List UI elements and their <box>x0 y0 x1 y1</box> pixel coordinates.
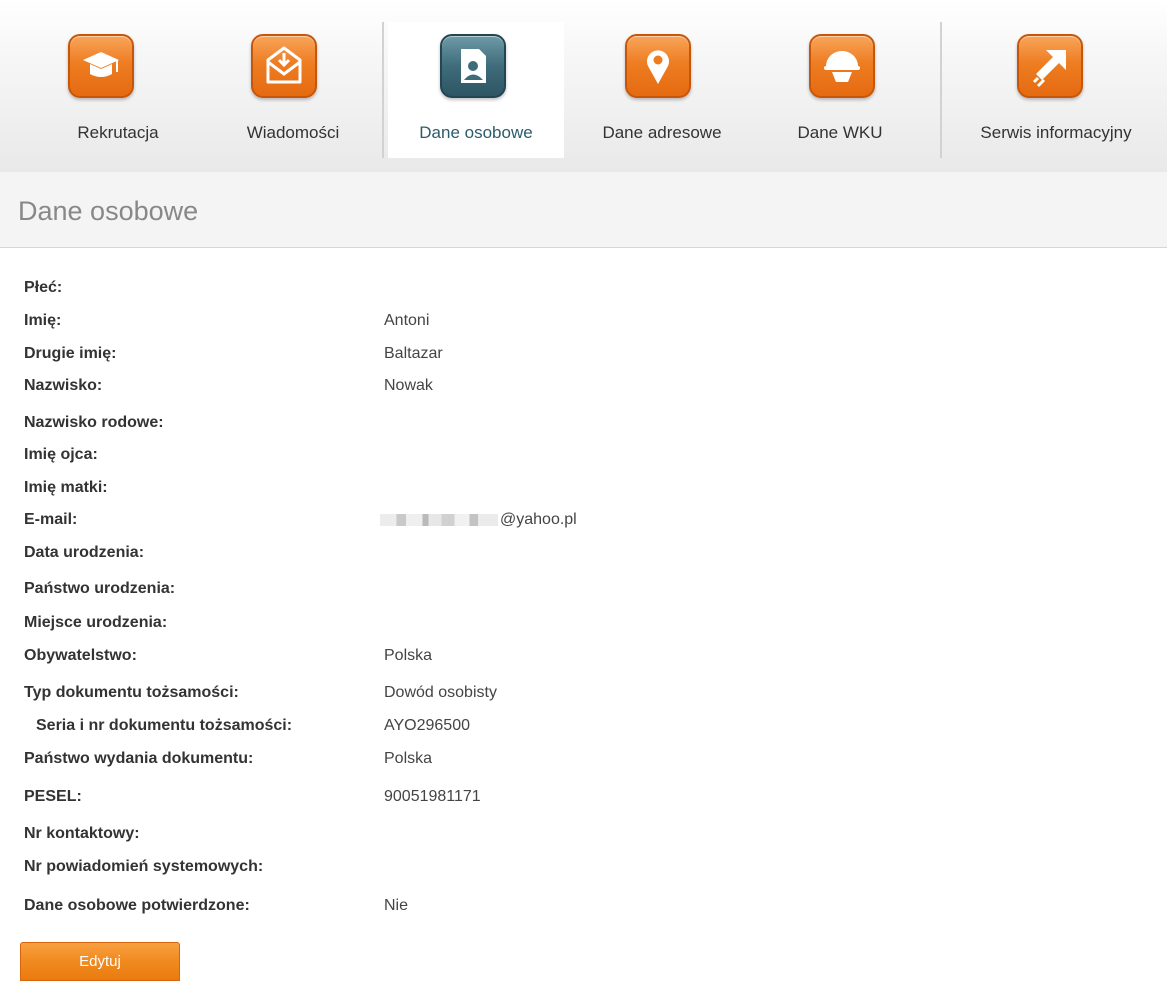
field-label: Nazwisko rodowe: <box>24 414 164 431</box>
nav-separator <box>382 22 384 158</box>
field-row-imie: Imię: Antoni <box>0 307 1000 337</box>
field-label: Dane osobowe potwierdzone: <box>24 897 250 914</box>
field-label: Imię ojca: <box>24 446 98 463</box>
field-label: Nazwisko: <box>24 377 103 394</box>
field-row-nr-kontaktowy: Nr kontaktowy: <box>0 820 1000 850</box>
field-row-seria-dokumentu: Seria i nr dokumentu tożsamości: AYO2965… <box>0 712 1000 742</box>
field-value: Polska <box>384 647 433 664</box>
field-label: Obywatelstwo: <box>24 647 137 664</box>
field-value-email: @yahoo.pl <box>380 511 577 529</box>
top-navigation: Rekrutacja Wiadomości Dane osobowe Dane … <box>0 0 1167 172</box>
field-value: Polska <box>384 750 433 767</box>
field-row-dane-potwierdzone: Dane osobowe potwierdzone: Nie <box>0 892 1000 922</box>
field-label: Data urodzenia: <box>24 544 145 561</box>
field-row-data-urodzenia: Data urodzenia: <box>0 539 1000 569</box>
helmet-icon <box>809 34 875 98</box>
field-label: Seria i nr dokumentu tożsamości: <box>36 717 293 734</box>
redacted-email-mask <box>380 513 498 526</box>
field-label: Nr powiadomień systemowych: <box>24 858 264 875</box>
nav-item-dane-wku[interactable]: Dane WKU <box>770 22 910 158</box>
field-row-drugie-imie: Drugie imię: Baltazar <box>0 340 1000 370</box>
nav-separator <box>940 22 942 158</box>
nav-item-serwis-informacyjny[interactable]: Serwis informacyjny <box>950 22 1162 158</box>
nav-label: Dane adresowe <box>602 123 722 142</box>
field-value: Nowak <box>384 377 433 394</box>
edit-button[interactable]: Edytuj <box>20 942 180 981</box>
field-row-panstwo-wydania: Państwo wydania dokumentu: Polska <box>0 745 1000 775</box>
field-label: Imię matki: <box>24 479 108 496</box>
field-label: Imię: <box>24 312 62 329</box>
field-row-nazwisko-rodowe: Nazwisko rodowe: <box>0 409 1000 439</box>
id-card-person-icon <box>440 34 506 98</box>
envelope-download-icon <box>251 34 317 98</box>
nav-label: Wiadomości <box>246 123 340 142</box>
email-domain: @yahoo.pl <box>500 511 577 528</box>
field-label: Płeć: <box>24 279 63 296</box>
field-label: Państwo wydania dokumentu: <box>24 750 254 767</box>
field-value: Dowód osobisty <box>384 684 497 701</box>
field-value: Antoni <box>384 312 430 329</box>
field-row-obywatelstwo: Obywatelstwo: Polska <box>0 642 1000 672</box>
nav-label: Dane WKU <box>797 123 883 142</box>
field-label: PESEL: <box>24 788 82 805</box>
field-row-email: E-mail: @yahoo.pl <box>0 506 1000 536</box>
field-value: Nie <box>384 897 409 914</box>
page-title-bar: Dane osobowe <box>0 172 1167 248</box>
page-title: Dane osobowe <box>18 196 199 226</box>
field-label: Nr kontaktowy: <box>24 825 140 842</box>
field-row-plec: Płeć: <box>0 274 1000 304</box>
field-row-imie-matki: Imię matki: <box>0 474 1000 504</box>
field-label: Państwo urodzenia: <box>24 580 176 597</box>
field-label: Drugie imię: <box>24 345 117 362</box>
field-row-miejsce-urodzenia: Miejsce urodzenia: <box>0 609 1000 639</box>
nav-label: Rekrutacja <box>77 123 159 142</box>
field-row-nr-powiadomien: Nr powiadomień systemowych: <box>0 853 1000 883</box>
graduation-cap-icon <box>68 34 134 98</box>
nav-item-wiadomosci[interactable]: Wiadomości <box>218 22 368 158</box>
nav-item-rekrutacja[interactable]: Rekrutacja <box>48 22 188 158</box>
nav-item-dane-osobowe[interactable]: Dane osobowe <box>388 22 564 158</box>
field-row-panstwo-urodzenia: Państwo urodzenia: <box>0 575 1000 605</box>
external-arrow-icon <box>1017 34 1083 98</box>
nav-label: Serwis informacyjny <box>980 123 1132 142</box>
map-pin-icon <box>625 34 691 98</box>
field-label: Typ dokumentu tożsamości: <box>24 684 239 701</box>
field-row-nazwisko: Nazwisko: Nowak <box>0 372 1000 402</box>
field-label: Miejsce urodzenia: <box>24 614 168 631</box>
field-row-imie-ojca: Imię ojca: <box>0 441 1000 471</box>
nav-item-dane-adresowe[interactable]: Dane adresowe <box>582 22 742 158</box>
field-row-typ-dokumentu: Typ dokumentu tożsamości: Dowód osobisty <box>0 679 1000 709</box>
field-value: Baltazar <box>384 345 443 362</box>
field-label: E-mail: <box>24 511 78 528</box>
field-row-pesel: PESEL: 90051981171 <box>0 783 1000 813</box>
nav-label: Dane osobowe <box>419 123 533 142</box>
field-value: 90051981171 <box>384 788 481 805</box>
field-value: AYO296500 <box>384 717 470 734</box>
